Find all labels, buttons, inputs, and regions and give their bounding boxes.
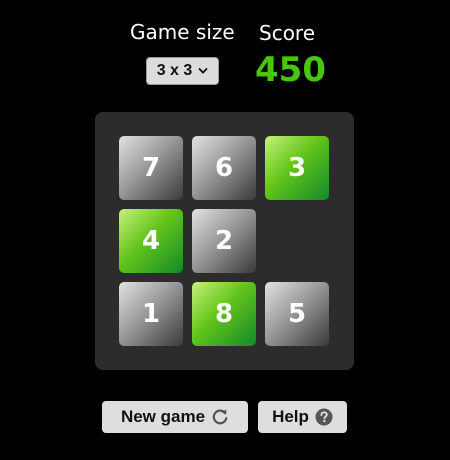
- puzzle-board: 763 42185: [95, 112, 354, 370]
- tile-8[interactable]: 8: [192, 282, 256, 346]
- tile-7[interactable]: 7: [119, 136, 183, 200]
- tile-3[interactable]: 3: [265, 136, 329, 200]
- score-value: 450: [255, 50, 326, 90]
- new-game-button[interactable]: New game: [102, 401, 248, 433]
- game-screen: Game size Score 3 x 3 450 763 42185 New g…: [0, 0, 450, 460]
- game-size-label: Game size: [130, 20, 235, 44]
- game-size-value: 3 x 3: [156, 62, 193, 79]
- question-circle-icon: [315, 408, 333, 426]
- help-button[interactable]: Help: [258, 401, 347, 433]
- tile-4[interactable]: 4: [119, 209, 183, 273]
- tile-5[interactable]: 5: [265, 282, 329, 346]
- tile-1[interactable]: 1: [119, 282, 183, 346]
- help-label: Help: [272, 407, 309, 426]
- chevron-down-icon: [198, 68, 208, 74]
- refresh-icon: [212, 409, 228, 425]
- tile-2[interactable]: 2: [192, 209, 256, 273]
- tile-6[interactable]: 6: [192, 136, 256, 200]
- score-label: Score: [259, 21, 316, 45]
- game-size-select[interactable]: 3 x 3: [146, 57, 219, 85]
- new-game-label: New game: [120, 407, 206, 426]
